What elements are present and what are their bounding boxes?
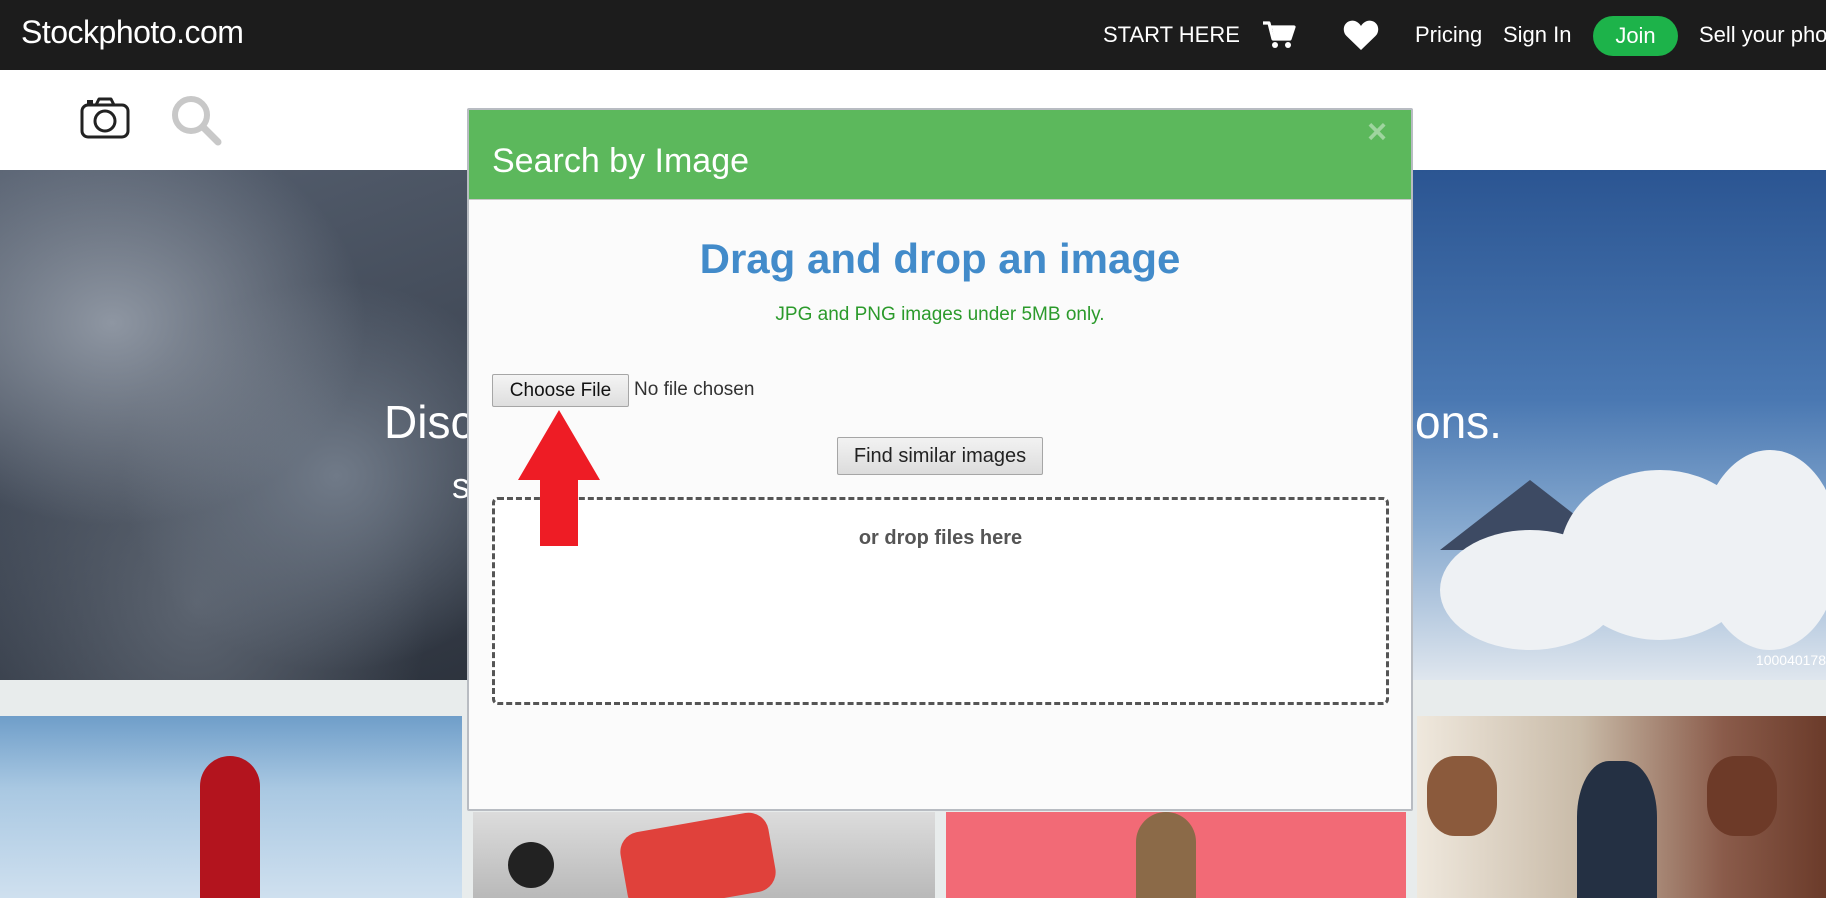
file-status-text: No file chosen (634, 379, 755, 400)
start-here-link[interactable]: START HERE (1103, 22, 1240, 48)
hero-image-id: 100040178 (1755, 652, 1826, 668)
hero-headline-left: Disc (384, 396, 474, 448)
file-requirements-text: JPG and PNG images under 5MB only. (775, 304, 1105, 325)
top-navbar: Stockphoto.com START HERE Pricing Sign I… (0, 0, 1826, 70)
gallery-thumbnail[interactable] (0, 716, 462, 898)
camera-icon[interactable] (79, 96, 131, 145)
hero-headline-right: ons. (1415, 396, 1502, 448)
close-icon[interactable]: × (1367, 113, 1387, 152)
sell-photos-link[interactable]: Sell your pho (1699, 22, 1826, 48)
modal-title: Search by Image (492, 142, 750, 180)
join-button[interactable]: Join (1593, 16, 1678, 56)
heart-icon[interactable] (1343, 19, 1379, 57)
sign-in-link[interactable]: Sign In (1503, 22, 1572, 48)
red-up-arrow-icon (518, 410, 600, 551)
pricing-link[interactable]: Pricing (1415, 22, 1482, 48)
modal-header: Search by Image × (469, 110, 1411, 200)
gallery-thumbnail[interactable] (1417, 716, 1826, 898)
choose-file-button[interactable]: Choose File (492, 374, 629, 407)
cart-icon[interactable] (1262, 20, 1296, 56)
gallery-thumbnail[interactable] (946, 812, 1406, 898)
drop-zone-label: or drop files here (858, 527, 1023, 549)
search-icon[interactable] (170, 94, 222, 151)
drag-drop-title: Drag and drop an image (699, 235, 1181, 282)
gallery-thumbnail[interactable] (473, 812, 935, 898)
find-similar-images-button[interactable]: Find similar images (837, 437, 1043, 475)
search-by-image-modal: Search by Image × Drag and drop an image… (467, 108, 1413, 811)
file-drop-zone[interactable]: or drop files here (492, 497, 1389, 705)
site-logo[interactable]: Stockphoto.com (21, 14, 244, 51)
